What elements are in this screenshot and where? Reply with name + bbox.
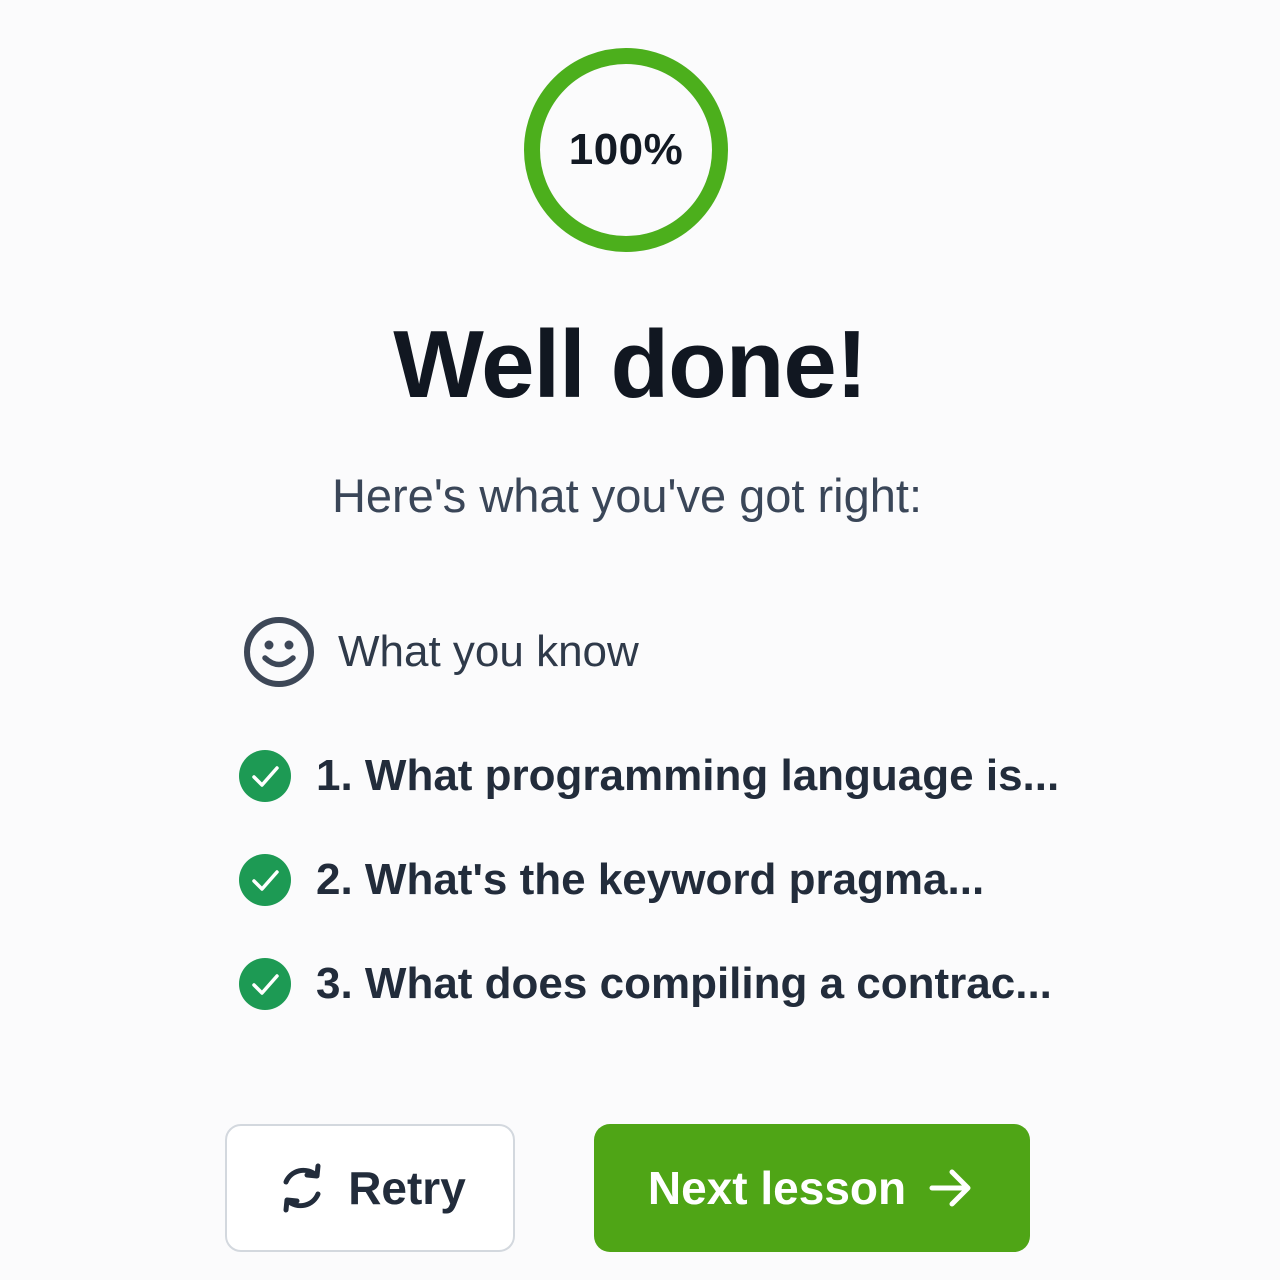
retry-button[interactable]: Retry [225,1124,515,1252]
score-percent: 100% [568,125,684,174]
page-title: Well done! [393,311,868,418]
answer-text: 2. What's the keyword pragma... [316,855,985,904]
next-lesson-button[interactable]: Next lesson [594,1124,1030,1252]
lesson-result-page: 100% Well done! Here's what you've got r… [0,0,1280,1280]
retry-label: Retry [348,1162,466,1214]
answer-text: 1. What programming language is... [316,751,1060,800]
list-item: 1. What programming language is... [238,740,1138,812]
section-label: What you know [338,627,639,676]
check-circle-icon [239,750,291,802]
next-lesson-label: Next lesson [647,1162,907,1214]
section-header: What you know [242,614,639,690]
check-circle-icon [239,958,291,1010]
smile-icon [244,617,314,687]
check-circle-icon [239,854,291,906]
answer-list: 1. What programming language is... 2. Wh… [238,740,1138,1052]
answer-text: 3. What does compiling a contrac... [316,959,1052,1008]
refresh-icon [283,1163,321,1213]
list-item: 3. What does compiling a contrac... [238,948,1138,1020]
score-ring: 100% [522,46,730,254]
arrow-right-icon [929,1169,971,1207]
list-item: 2. What's the keyword pragma... [238,844,1138,916]
results-subtitle: Here's what you've got right: [331,469,923,522]
